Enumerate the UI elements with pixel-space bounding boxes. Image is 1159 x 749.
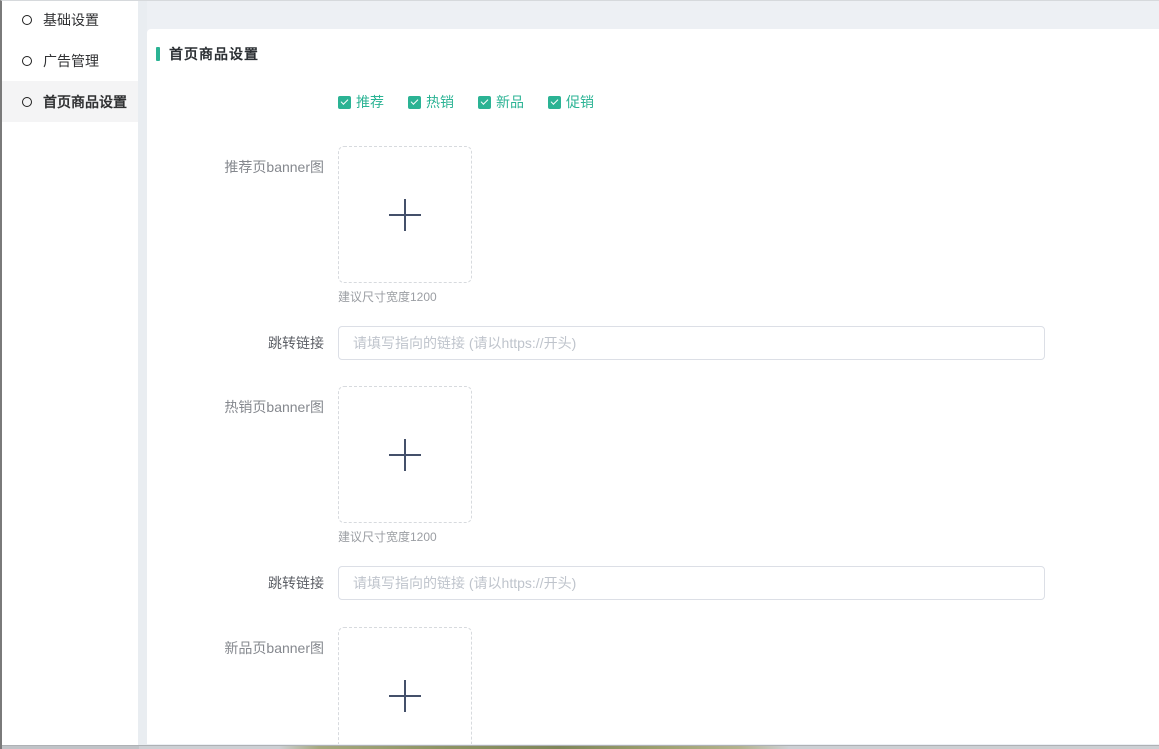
bottom-page-edge	[2, 745, 1159, 749]
sidebar-gutter	[138, 1, 147, 749]
checkbox-promotion[interactable]: 促销	[548, 92, 594, 112]
hotsale-link-input[interactable]	[338, 566, 1045, 600]
upload-field: 建议尺寸宽度1200	[338, 386, 472, 545]
plus-icon	[389, 199, 421, 231]
tab-checkbox-row: 推荐 热销 新品 促销	[156, 92, 1159, 112]
sidebar: 基础设置 广告管理 首页商品设置	[2, 1, 138, 746]
recommend-link-input[interactable]	[338, 326, 1045, 360]
sidebar-item-basic-settings[interactable]: 基础设置	[2, 0, 138, 40]
form-row-newproduct-banner: 新品页banner图	[156, 627, 1159, 744]
checkbox-checked-icon	[408, 96, 421, 109]
page-title: 首页商品设置	[169, 44, 259, 64]
plus-icon	[389, 680, 421, 712]
checkbox-checked-icon	[478, 96, 491, 109]
checkbox-recommend[interactable]: 推荐	[338, 92, 384, 112]
sidebar-item-ad-management[interactable]: 广告管理	[2, 40, 138, 81]
sidebar-menu: 基础设置 广告管理 首页商品设置	[2, 0, 138, 122]
checkbox-checked-icon	[548, 96, 561, 109]
app-root: 基础设置 广告管理 首页商品设置 首页商品设置	[0, 0, 1159, 749]
plus-icon	[389, 439, 421, 471]
upload-field: 建议尺寸宽度1200	[338, 146, 472, 305]
checkbox-new-product[interactable]: 新品	[478, 92, 524, 112]
upload-field	[338, 627, 472, 744]
main-area: 首页商品设置 推荐 热销 新品	[138, 1, 1159, 749]
upload-size-hint: 建议尺寸宽度1200	[338, 528, 472, 545]
form-row-recommend-banner: 推荐页banner图 建议尺寸宽度1200	[156, 146, 1159, 305]
checkbox-hot-sale[interactable]: 热销	[408, 92, 454, 112]
checkbox-label: 新品	[496, 92, 524, 112]
form-row-recommend-link: 跳转链接	[156, 326, 1159, 360]
field-label: 跳转链接	[156, 326, 338, 360]
section-accent-bar	[156, 47, 160, 61]
radio-circle-icon	[22, 97, 32, 107]
sidebar-item-homepage-product-settings[interactable]: 首页商品设置	[2, 81, 138, 122]
form-row-hotsale-link: 跳转链接	[156, 566, 1159, 600]
settings-card: 首页商品设置 推荐 热销 新品	[147, 29, 1159, 744]
section-header: 首页商品设置	[156, 46, 1159, 62]
upload-size-hint: 建议尺寸宽度1200	[338, 288, 472, 305]
checkbox-label: 推荐	[356, 92, 384, 112]
checkbox-group: 推荐 热销 新品 促销	[338, 92, 594, 112]
radio-circle-icon	[22, 56, 32, 66]
checkbox-label: 促销	[566, 92, 594, 112]
field-label: 热销页banner图	[156, 386, 338, 417]
field-label: 新品页banner图	[156, 627, 338, 658]
field-label: 跳转链接	[156, 566, 338, 600]
upload-newproduct-banner-button[interactable]	[338, 627, 472, 744]
checkbox-label: 热销	[426, 92, 454, 112]
field-label: 推荐页banner图	[156, 146, 338, 177]
sidebar-item-label: 首页商品设置	[43, 92, 127, 112]
upload-recommend-banner-button[interactable]	[338, 146, 472, 283]
sidebar-item-label: 广告管理	[43, 51, 99, 71]
sidebar-item-label: 基础设置	[43, 10, 99, 30]
upload-hotsale-banner-button[interactable]	[338, 386, 472, 523]
checkbox-checked-icon	[338, 96, 351, 109]
form-row-hotsale-banner: 热销页banner图 建议尺寸宽度1200	[156, 386, 1159, 545]
radio-circle-icon	[22, 15, 32, 25]
